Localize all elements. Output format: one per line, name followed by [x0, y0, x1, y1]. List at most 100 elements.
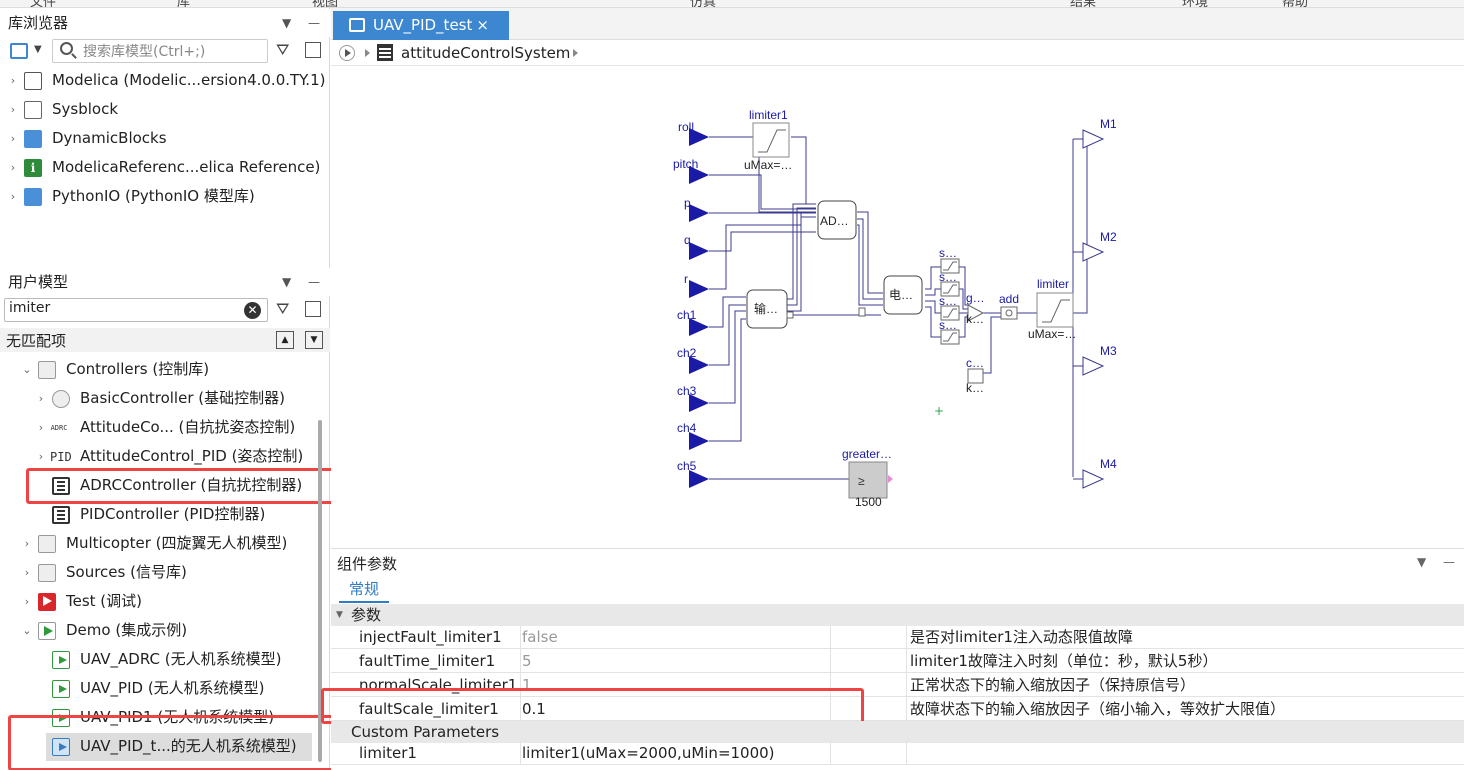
limiter-block[interactable]: limiter uMax=… [1028, 277, 1076, 341]
tab-uav-pid-test[interactable]: UAV_PID_test × [333, 11, 509, 40]
greater-value: 1500 [855, 495, 882, 509]
diagram-canvas[interactable]: roll pitch p q r ch1 ch2 ch3 ch4 ch5 M1 … [331, 67, 1464, 547]
param-group-header[interactable]: Custom Parameters [331, 721, 1464, 743]
filter-icon[interactable]: ⛛ [276, 40, 289, 60]
library-browser-title: 库浏览器 [8, 14, 69, 32]
menu-library[interactable]: 库 [177, 0, 190, 7]
user-item-label: AttitudeControl_PID (姿态控制) [80, 447, 304, 465]
expand-arrow-icon[interactable]: › [20, 558, 34, 587]
param-value[interactable]: false [521, 625, 831, 649]
adrc-block[interactable]: AD… [817, 200, 857, 240]
param-description [907, 741, 1464, 765]
connector-block [858, 307, 866, 317]
expand-arrow-icon[interactable]: › [6, 95, 20, 124]
param-value[interactable]: 0.1 [521, 697, 831, 721]
user-models-search-input[interactable]: imiter [9, 300, 50, 316]
panel-menu-icon[interactable]: ▼ [282, 9, 291, 37]
param-description: 正常状态下的输入缩放因子（保持原信号） [910, 676, 1196, 694]
user-item-label: UAV_ADRC (无人机系统模型) [80, 650, 282, 668]
input-label-p: p [684, 196, 691, 210]
add-block[interactable] [1000, 306, 1018, 320]
panel-menu-icon[interactable]: ▼ [282, 268, 291, 296]
user-models-header: 用户模型 ▼ — [0, 268, 330, 296]
menu-simulation[interactable]: 仿真 [690, 0, 716, 7]
expand-arrow-icon[interactable]: › [20, 587, 34, 616]
diagram-svg: roll pitch p q r ch1 ch2 ch3 ch4 ch5 M1 … [673, 108, 1117, 509]
output-port-m3[interactable] [1082, 356, 1105, 376]
output-port-m2[interactable] [1082, 242, 1105, 262]
limiter1-block[interactable]: limiter1 uMax=… [744, 108, 792, 172]
simulation-model-icon [52, 680, 70, 698]
param-unit [831, 741, 907, 765]
user-item-label: Sources (信号库) [66, 563, 187, 581]
param-value[interactable]: 1 [521, 673, 831, 697]
expand-arrow-icon[interactable]: › [34, 442, 48, 471]
param-unit [831, 673, 907, 697]
library-search-box[interactable]: 搜索库模型(Ctrl+;) [52, 39, 268, 63]
clear-search-icon[interactable]: ✕ [244, 302, 261, 319]
menu-environment[interactable]: 环境 [1182, 0, 1208, 7]
output-port-m4[interactable] [1082, 469, 1105, 489]
output-label-m4: M4 [1100, 457, 1117, 471]
motor-block[interactable]: 电… [883, 275, 923, 315]
menu-results[interactable]: 结果 [1070, 0, 1096, 7]
expand-arrow-icon[interactable]: › [6, 124, 20, 153]
input-port-r[interactable] [689, 280, 709, 298]
scroll-up-icon[interactable]: ▲ [276, 331, 294, 349]
greater-block[interactable]: ≥ greater… 1500 [842, 447, 893, 509]
library-view-icon[interactable] [10, 43, 28, 59]
expand-arrow-icon[interactable]: › [34, 384, 48, 413]
breadcrumb-item[interactable]: attitudeControlSystem [401, 40, 570, 66]
output-port-m1[interactable] [1082, 129, 1105, 149]
adrc-block-label: AD… [820, 214, 849, 228]
input-port-q[interactable] [689, 242, 709, 260]
panel-minimize-icon[interactable]: — [1443, 555, 1455, 569]
collapse-arrow-icon[interactable]: ⌄ [20, 616, 34, 645]
no-match-text: 无匹配项 [6, 332, 67, 350]
panel-minimize-icon[interactable]: — [308, 9, 320, 37]
no-match-bar: 无匹配项 ▲ ▼ [0, 328, 330, 352]
expand-arrow-icon[interactable]: › [6, 182, 20, 211]
folder-icon [24, 130, 42, 148]
panel-menu-icon[interactable]: ▼ [1417, 555, 1426, 569]
param-row[interactable]: injectFault_limiter1 false 是否对limiter1注入… [331, 625, 1464, 649]
param-row[interactable]: faultScale_limiter1 0.1 故障状态下的输入缩放因子（缩小输… [331, 697, 1464, 721]
input-port-p[interactable] [689, 204, 709, 222]
library-search-input[interactable]: 搜索库模型(Ctrl+;) [83, 41, 205, 61]
greater-symbol: ≥ [858, 474, 865, 488]
simulation-model-icon [52, 738, 70, 756]
param-row[interactable]: normalScale_limiter1 1 正常状态下的输入缩放因子（保持原信… [331, 673, 1464, 697]
scroll-down-icon[interactable]: ▼ [305, 331, 323, 349]
expand-arrow-icon[interactable]: › [6, 66, 20, 95]
user-models-search-box[interactable]: imiter ✕ [4, 298, 268, 322]
output-ports [1082, 129, 1105, 489]
filter-icon[interactable]: ⛛ [276, 299, 289, 319]
expand-arrow-icon[interactable]: › [20, 529, 34, 558]
close-icon[interactable]: × [476, 11, 489, 40]
user-item-label: PIDController (PID控制器) [80, 505, 266, 523]
menu-view[interactable]: 视图 [312, 0, 338, 7]
expand-arrow-icon[interactable]: › [6, 153, 20, 182]
folder-icon [24, 188, 42, 206]
menu-help[interactable]: 帮助 [1282, 0, 1308, 7]
collapse-arrow-icon[interactable]: ⌄ [20, 355, 34, 384]
param-description: 是否对limiter1注入动态限值故障 [910, 628, 1133, 646]
param-row[interactable]: limiter1 limiter1(uMax=2000,uMin=1000) [331, 741, 1464, 765]
user-models-scrollbar[interactable] [318, 420, 322, 762]
user-item-label: Multicopter (四旋翼无人机模型) [66, 534, 288, 552]
panel-minimize-icon[interactable]: — [308, 268, 320, 296]
tab-general[interactable]: 常规 [339, 577, 389, 603]
library-view-dropdown-icon[interactable]: ▼ [34, 44, 42, 55]
input-block[interactable]: 输… [746, 289, 788, 329]
menu-file[interactable]: 文件 [30, 0, 56, 7]
collapse-icon[interactable] [305, 42, 321, 58]
param-group-header[interactable]: ▼ 参数 [331, 604, 1464, 626]
collapse-icon[interactable] [305, 301, 321, 317]
param-value[interactable]: limiter1(uMax=2000,uMin=1000) [521, 741, 831, 765]
expand-arrow-icon[interactable]: › [34, 413, 48, 442]
param-value[interactable]: 5 [521, 649, 831, 673]
param-row[interactable]: faultTime_limiter1 5 limiter1故障注入时刻（单位：秒… [331, 649, 1464, 673]
modelica-icon [24, 72, 42, 90]
collapse-arrow-icon[interactable]: ▼ [336, 604, 343, 626]
breadcrumb-separator-icon [365, 49, 370, 57]
